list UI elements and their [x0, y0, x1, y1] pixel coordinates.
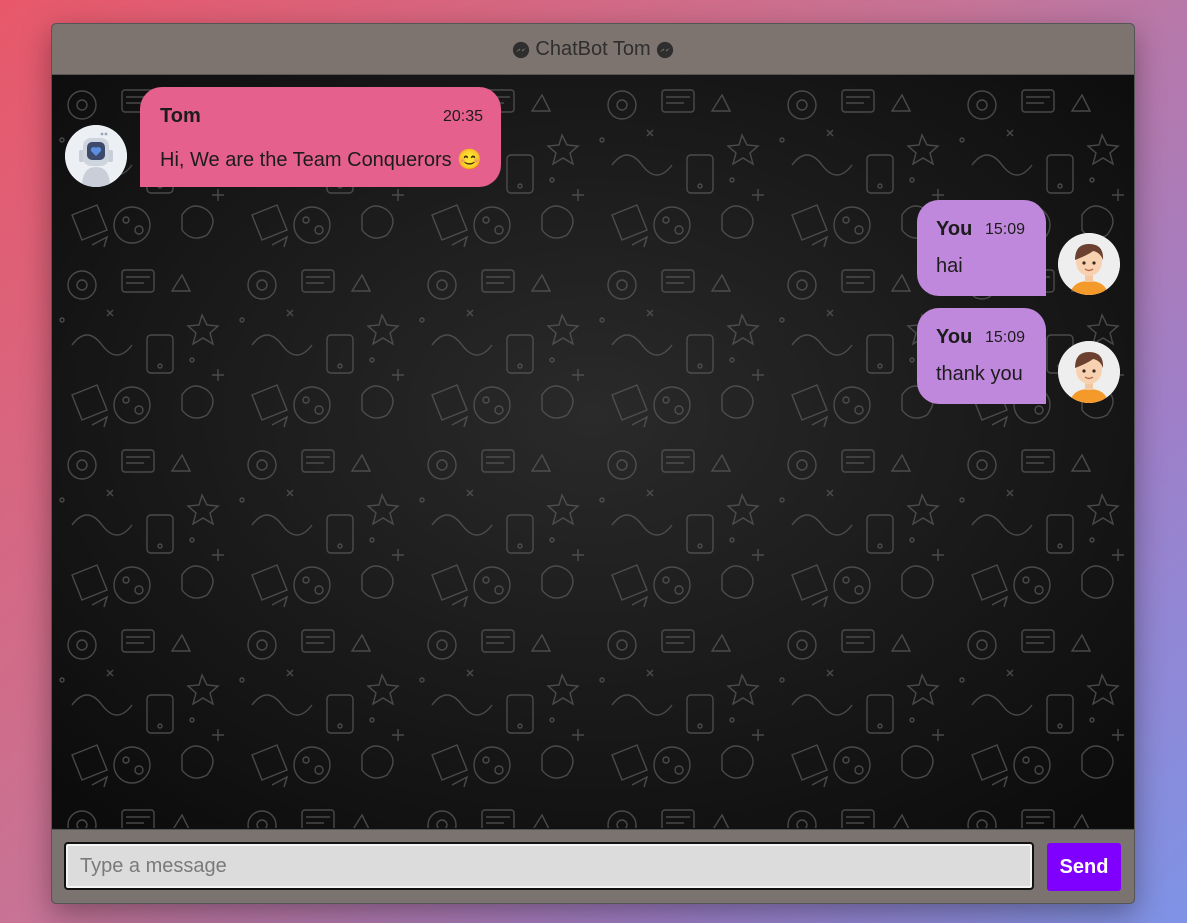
messenger-icon — [656, 41, 673, 59]
smile-emoji: 😊 — [457, 149, 483, 171]
sender-name: You — [936, 326, 973, 348]
chat-header: ChatBot Tom — [52, 24, 1134, 75]
chat-window: ChatBot Tom Tom 20:35 Hi, We are the Tea… — [51, 23, 1135, 904]
sender-name: You — [936, 218, 973, 240]
message-bubble: You 15:09 hai — [917, 200, 1046, 296]
messenger-icon — [513, 41, 530, 59]
robot-avatar — [65, 125, 127, 187]
doodle-background — [52, 75, 1134, 828]
message-text: thank you — [936, 363, 1023, 385]
boy-avatar — [1058, 233, 1120, 295]
user-icon — [1058, 233, 1120, 295]
message-time: 20:35 — [442, 108, 483, 125]
boy-avatar — [1058, 341, 1120, 403]
message-text: Hi, We are the Team Conquerors 😊 — [160, 147, 482, 172]
sender-name: Tom — [160, 105, 201, 127]
message-time: 15:09 — [985, 329, 1026, 346]
message-text: hai — [936, 255, 963, 277]
message-list[interactable]: Tom 20:35 Hi, We are the Team Conquerors… — [52, 75, 1134, 828]
message-bubble: You 15:09 thank you — [917, 308, 1046, 404]
message-text-content: Hi, We are the Team Conquerors — [160, 149, 452, 171]
composer-bar: Send — [52, 829, 1134, 903]
message-bubble: Tom 20:35 Hi, We are the Team Conquerors… — [140, 87, 501, 187]
robot-icon — [65, 125, 127, 187]
chat-title: ChatBot Tom — [535, 37, 651, 60]
message-input[interactable] — [64, 842, 1034, 890]
user-icon — [1058, 341, 1120, 403]
send-button[interactable]: Send — [1047, 843, 1121, 891]
message-time: 15:09 — [985, 221, 1026, 238]
